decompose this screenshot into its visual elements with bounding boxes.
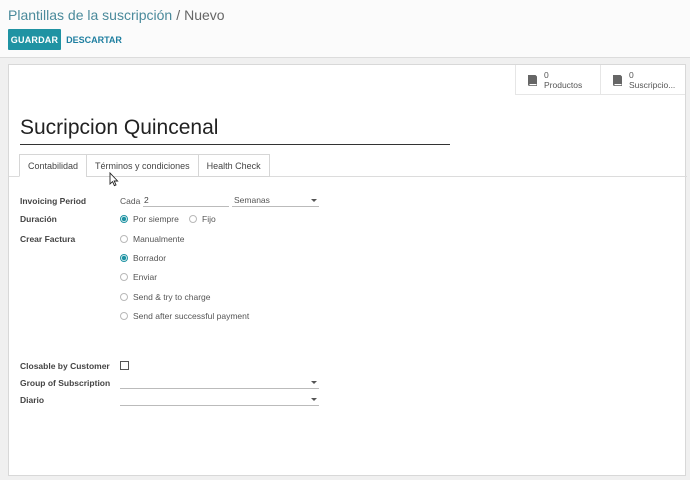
radio-label: Send & try to charge (133, 292, 211, 302)
chevron-down-icon (311, 381, 317, 384)
tab-contabilidad[interactable]: Contabilidad (19, 154, 88, 177)
duracion-label: Duración (20, 214, 57, 224)
breadcrumb: Plantillas de la suscripción / Nuevo (8, 7, 225, 23)
closable-label: Closable by Customer (20, 361, 110, 371)
subscriptions-count: 0 (629, 70, 634, 80)
radio-unchecked-icon (120, 273, 128, 281)
products-label: Productos (544, 80, 583, 90)
diario-label: Diario (20, 395, 45, 405)
crear-factura-option-borrador[interactable]: Borrador (120, 252, 166, 264)
products-count: 0 (544, 70, 549, 80)
invoicing-period-unit-select[interactable]: Semanas (232, 195, 319, 207)
closable-checkbox[interactable] (120, 361, 129, 370)
book-icon (526, 74, 538, 87)
radio-unchecked-icon (189, 215, 197, 223)
book-icon (611, 74, 623, 87)
breadcrumb-separator: / (176, 7, 181, 23)
chevron-down-icon (311, 398, 317, 401)
control-panel: Plantillas de la suscripción / Nuevo GUARD… (0, 0, 690, 58)
breadcrumb-parent-link[interactable]: Plantillas de la suscripción (8, 7, 172, 23)
crear-factura-option-manualmente[interactable]: Manualmente (120, 233, 185, 245)
invoicing-period-label: Invoicing Period (20, 196, 87, 206)
products-stat-button[interactable]: 0 Productos (515, 65, 600, 95)
duracion-option-fijo[interactable]: Fijo (189, 213, 216, 225)
subscriptions-stat-button[interactable]: 0 Suscripcio... (600, 65, 685, 95)
radio-unchecked-icon (120, 293, 128, 301)
radio-label: Send after successful payment (133, 311, 250, 321)
chevron-down-icon (311, 199, 317, 202)
subscriptions-label: Suscripcio... (629, 80, 676, 90)
group-label: Group of Subscription (20, 378, 111, 388)
crear-factura-option-enviar[interactable]: Enviar (120, 271, 157, 283)
tab-health-check[interactable]: Health Check (197, 154, 270, 177)
discard-button[interactable]: DESCARTAR (64, 29, 124, 50)
radio-label: Manualmente (133, 234, 185, 244)
duracion-option-por-siempre[interactable]: Por siempre (120, 213, 179, 225)
radio-label: Borrador (133, 253, 167, 263)
notebook-tabs: Contabilidad Términos y condiciones Heal… (19, 154, 270, 177)
radio-label: Enviar (133, 272, 158, 282)
stat-button-box: 0 Productos 0 Suscripcio... (515, 65, 685, 95)
invoicing-period-prefix: Cada (120, 196, 141, 206)
crear-factura-label: Crear Factura (20, 234, 76, 244)
form-sheet: 0 Productos 0 Suscripcio... Sucripcion Q… (8, 64, 687, 476)
invoicing-period-input[interactable]: 2 (143, 195, 229, 207)
radio-label: Por siempre (133, 214, 179, 224)
invoicing-period-unit-value: Semanas (234, 195, 270, 205)
mouse-pointer-icon (109, 172, 119, 187)
group-select[interactable] (120, 377, 319, 389)
radio-unchecked-icon (120, 312, 128, 320)
radio-checked-icon (120, 254, 128, 262)
breadcrumb-current: Nuevo (184, 7, 225, 23)
tab-terminos[interactable]: Términos y condiciones (86, 154, 199, 177)
crear-factura-option-send-try-charge[interactable]: Send & try to charge (120, 291, 211, 303)
radio-checked-icon (120, 215, 128, 223)
radio-unchecked-icon (120, 235, 128, 243)
radio-label: Fijo (202, 214, 216, 224)
crear-factura-option-send-after-payment[interactable]: Send after successful payment (120, 310, 249, 322)
diario-select[interactable] (120, 394, 319, 406)
record-name-input[interactable]: Sucripcion Quincenal (20, 116, 450, 145)
save-button[interactable]: GUARDAR (8, 29, 61, 50)
